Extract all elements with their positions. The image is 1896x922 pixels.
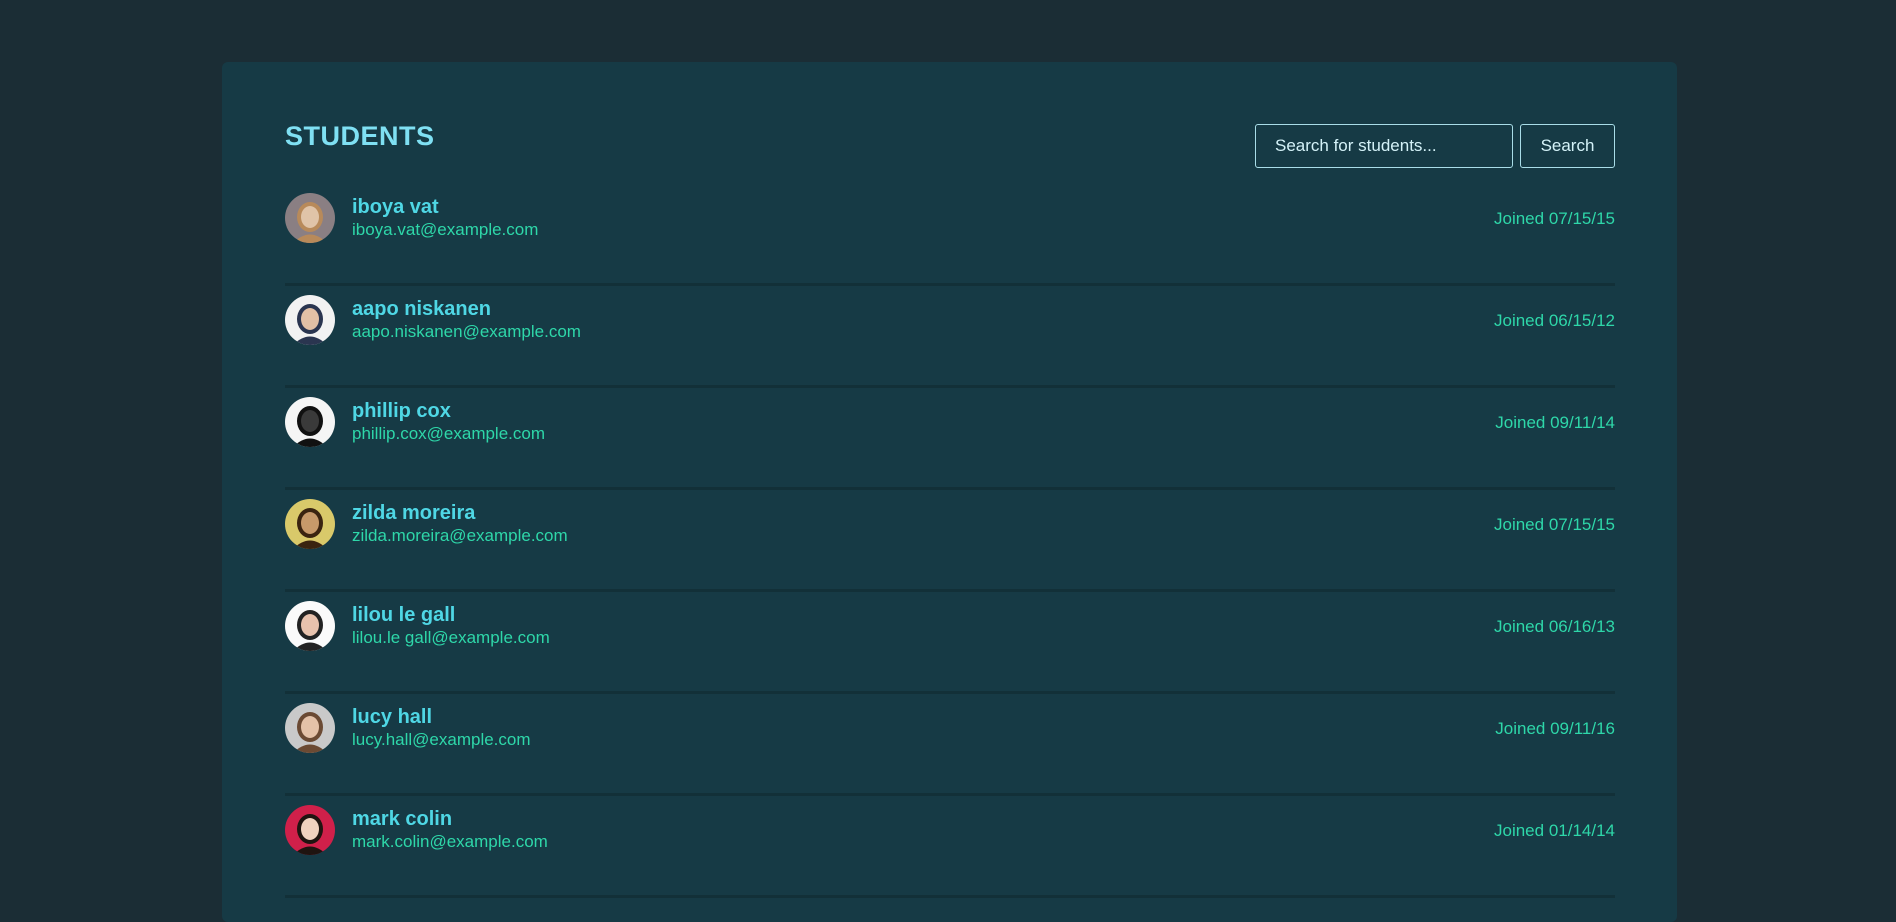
student-email: zilda.moreira@example.com [352,526,568,545]
student-email: aapo.niskanen@example.com [352,322,581,341]
join-date: Joined 07/15/15 [1494,209,1615,228]
join-date: Joined 09/11/16 [1495,719,1615,738]
search-bar: Search [1255,124,1615,168]
list-item[interactable]: aapo niskanen aapo.niskanen@example.com Jo… [285,286,1615,388]
student-name[interactable]: lilou le gall [352,604,455,627]
student-email: lilou.le gall@example.com [352,628,550,647]
avatar [285,601,335,651]
avatar [285,805,335,855]
search-input[interactable] [1255,124,1513,168]
join-date: Joined 09/11/14 [1495,413,1615,432]
list-item[interactable]: phillip cox phillip.cox@example.com Joined… [285,388,1615,490]
avatar [285,499,335,549]
list-item[interactable]: iboya vat iboya.vat@example.com Joined 07/… [285,184,1615,286]
avatar [285,703,335,753]
student-name[interactable]: mark colin [352,808,452,831]
student-email: iboya.vat@example.com [352,220,539,239]
student-email: mark.colin@example.com [352,832,548,851]
student-name[interactable]: phillip cox [352,400,451,423]
join-date: Joined 01/14/14 [1494,821,1615,840]
avatar [285,397,335,447]
student-name[interactable]: zilda moreira [352,502,475,525]
student-name[interactable]: iboya vat [352,196,439,219]
join-date: Joined 07/15/15 [1494,515,1615,534]
page-title: STUDENTS [285,121,435,151]
student-email: lucy.hall@example.com [352,730,531,749]
student-name[interactable]: aapo niskanen [352,298,491,321]
student-email: phillip.cox@example.com [352,424,546,443]
avatar [285,295,335,345]
list-item[interactable]: zilda moreira zilda.moreira@example.com Jo… [285,490,1615,592]
list-item[interactable]: lucy hall lucy.hall@example.com Joined 09/… [285,694,1615,796]
join-date: Joined 06/15/12 [1494,311,1615,330]
join-date: Joined 06/16/13 [1494,617,1615,636]
students-card: STUDENTS Search iboya vatiboya.vat@examp… [222,62,1677,922]
student-list: iboya vat iboya.vat@example.com Joined 07/… [285,184,1615,898]
student-name[interactable]: lucy hall [352,706,432,729]
avatar [285,193,335,243]
list-item[interactable]: lilou le gall lilou.le gall@example.com Jo… [285,592,1615,694]
search-button[interactable]: Search [1520,124,1615,168]
list-item[interactable]: mark colin mark.colin@example.com Joined 0… [285,796,1615,898]
